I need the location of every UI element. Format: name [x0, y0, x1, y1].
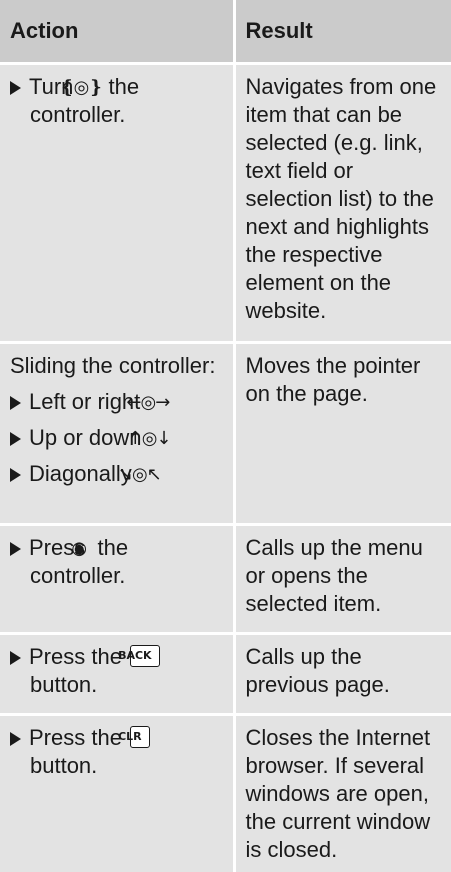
back-key-icon: BACK [130, 645, 160, 667]
action-text: button. [30, 753, 97, 778]
action-text: Press the [29, 725, 122, 750]
action-step: Press the BACK button. [10, 643, 225, 699]
table-header-row: Action Result [0, 0, 451, 64]
result-cell: Closes the Internet browser. If several … [234, 715, 451, 872]
action-cell: Press the BACK button. [0, 634, 234, 715]
bullet-triangle-icon [10, 468, 21, 482]
action-step: Turn ❴◎❵ the controller. [10, 73, 225, 129]
action-text: Left or right [29, 389, 140, 414]
slide-left-right-icon: ←◎→ [146, 392, 169, 414]
table-row: Press the BACK button. Calls up the prev… [0, 634, 451, 715]
action-text: button. [30, 672, 97, 697]
action-text: Diagonally [29, 461, 132, 486]
action-step: Press the CLR button. [10, 724, 225, 780]
result-cell: Moves the pointer on the page. [234, 343, 451, 525]
slide-diagonal-icon: ↘◎↖ [138, 464, 161, 486]
clr-key-icon: CLR [130, 726, 150, 748]
table-row: Turn ❴◎❵ the controller. Navigates from … [0, 64, 451, 343]
rotate-controller-icon: ❴◎❵ [80, 77, 103, 99]
bullet-triangle-icon [10, 396, 21, 410]
bullet-triangle-icon [10, 651, 21, 665]
result-cell: Calls up the menu or opens the selected … [234, 525, 451, 634]
table-row: Press the CLR button. Closes the Interne… [0, 715, 451, 872]
action-step: Up or down ↑◎↓ [10, 424, 225, 452]
action-text: Up or down [29, 425, 142, 450]
slide-up-down-icon: ↑◎↓ [148, 428, 171, 450]
bullet-triangle-icon [10, 432, 21, 446]
action-step: Left or right ←◎→ [10, 388, 225, 416]
action-step: Diagonally ↘◎↖ [10, 460, 225, 488]
action-text: Press the [29, 644, 122, 669]
action-cell: Turn ❴◎❵ the controller. [0, 64, 234, 343]
action-cell: Sliding the controller: Left or right ←◎… [0, 343, 234, 525]
action-cell: Press ◉ the controller. [0, 525, 234, 634]
action-intro: Sliding the controller: [10, 352, 225, 380]
header-result: Result [234, 0, 451, 64]
table-row: Sliding the controller: Left or right ←◎… [0, 343, 451, 525]
bullet-triangle-icon [10, 542, 21, 556]
header-action: Action [0, 0, 234, 64]
bullet-triangle-icon [10, 81, 21, 95]
bullet-triangle-icon [10, 732, 21, 746]
action-step: Press ◉ the controller. [10, 534, 225, 590]
table-row: Press ◉ the controller. Calls up the men… [0, 525, 451, 634]
result-cell: Calls up the previous page. [234, 634, 451, 715]
action-result-table: Action Result Turn ❴◎❵ the controller. N… [0, 0, 451, 872]
result-cell: Navigates from one item that can be sele… [234, 64, 451, 343]
action-cell: Press the CLR button. [0, 715, 234, 872]
